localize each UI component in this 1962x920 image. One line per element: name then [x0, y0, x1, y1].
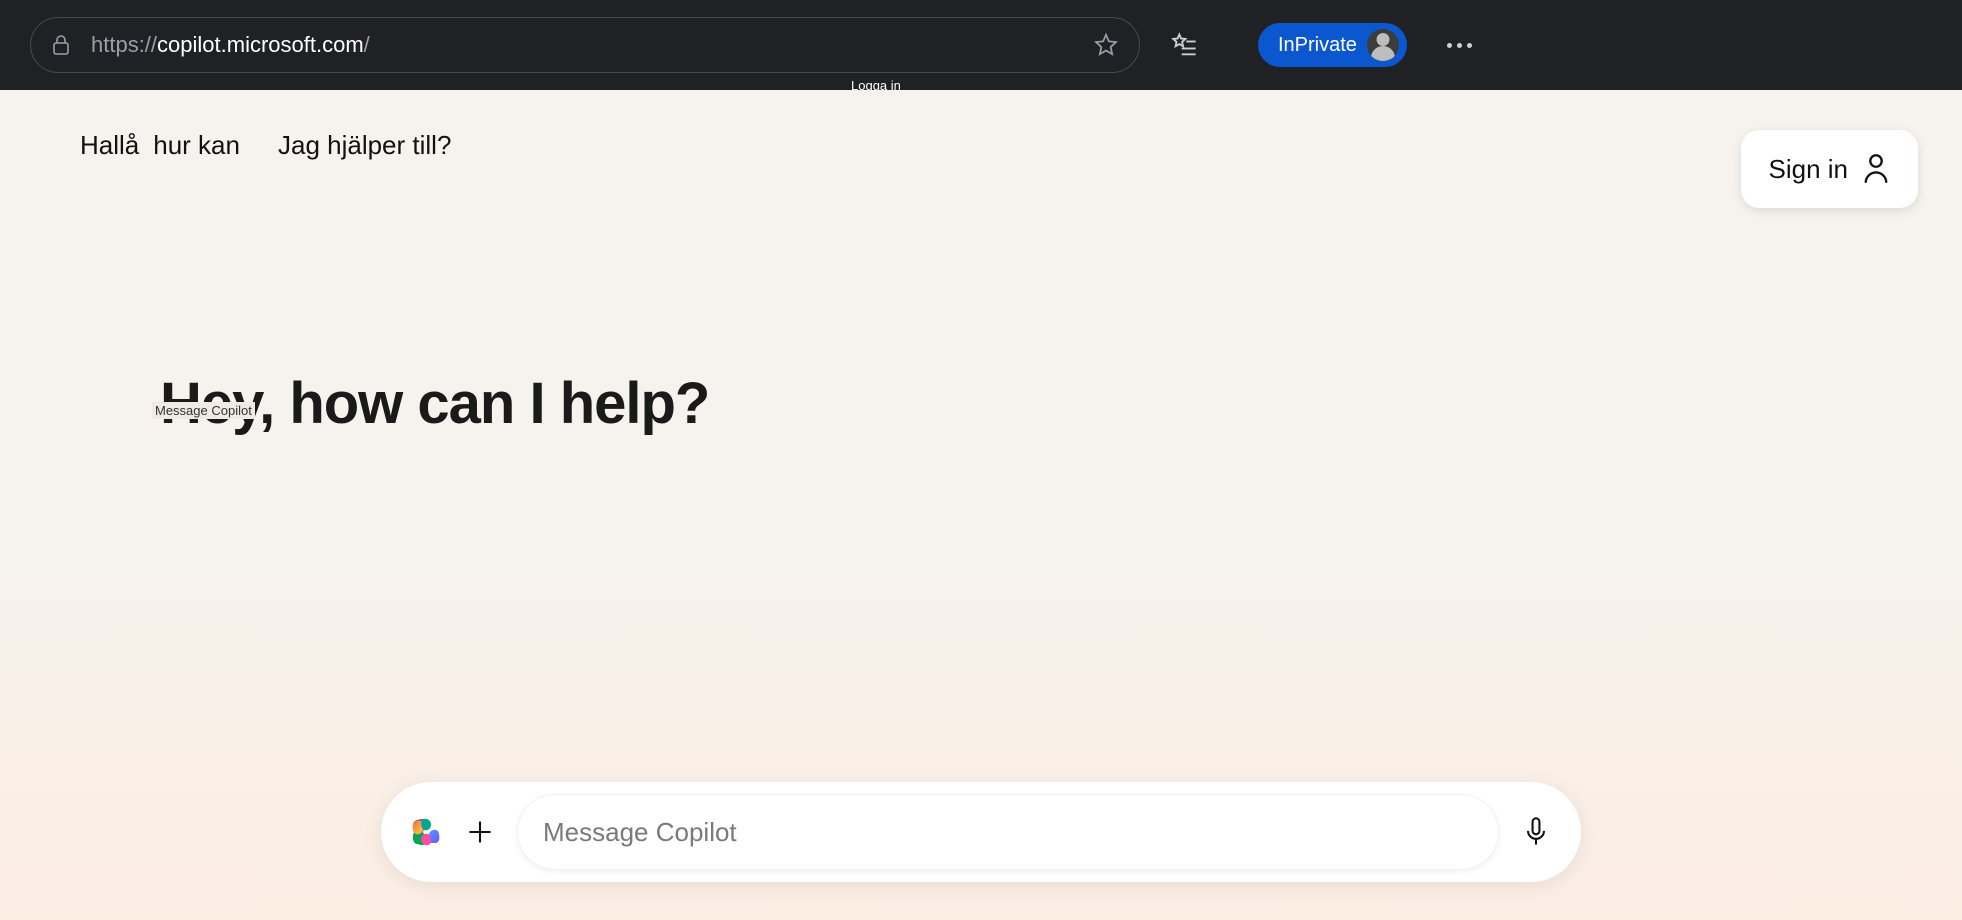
favorites-list-icon[interactable]: [1170, 31, 1198, 59]
greet-seg-3: Jag hjälper till?: [278, 130, 451, 161]
hero-sublabel: Message Copilot: [152, 402, 255, 419]
browser-top-bar: https://copilot.microsoft.com/ InPrivate: [0, 0, 1962, 90]
inprivate-label: InPrivate: [1278, 34, 1357, 57]
microphone-button[interactable]: [1519, 815, 1553, 849]
message-input[interactable]: [543, 817, 1473, 848]
sign-in-button[interactable]: Sign in: [1741, 130, 1919, 208]
composer-bar: [381, 782, 1581, 882]
greet-seg-2: hur kan: [153, 130, 240, 161]
message-input-container[interactable]: [517, 794, 1499, 870]
browser-bar-right: InPrivate: [1170, 23, 1482, 67]
top-row: Hallå hur kan Jag hjälper till? Sign in: [0, 90, 1962, 208]
more-menu-icon[interactable]: [1437, 43, 1482, 48]
favorite-star-icon[interactable]: [1093, 32, 1119, 58]
url-text: https://copilot.microsoft.com/: [91, 32, 1093, 58]
lock-icon: [51, 34, 71, 56]
person-icon: [1862, 153, 1890, 185]
add-attachment-button[interactable]: [463, 815, 497, 849]
page-body: Hallå hur kan Jag hjälper till? Sign in …: [0, 90, 1962, 920]
profile-avatar-icon: [1367, 29, 1399, 61]
address-bar[interactable]: https://copilot.microsoft.com/: [30, 17, 1140, 73]
translated-greeting: Hallå hur kan Jag hjälper till?: [80, 130, 451, 161]
inprivate-indicator[interactable]: InPrivate: [1258, 23, 1407, 67]
copilot-logo-icon[interactable]: [409, 815, 443, 849]
sign-in-label: Sign in: [1769, 154, 1849, 185]
greet-seg-1: Hallå: [80, 130, 139, 161]
